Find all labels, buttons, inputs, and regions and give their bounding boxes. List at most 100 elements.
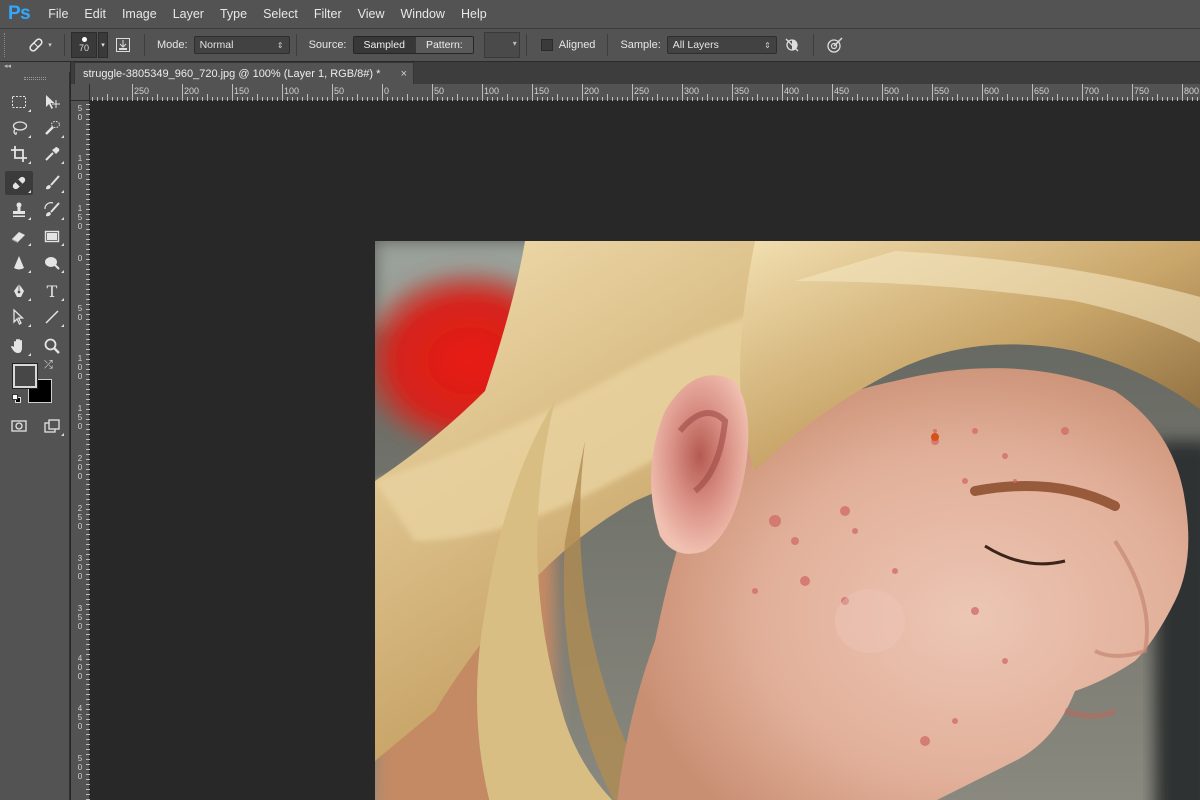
rectangular-marquee-tool[interactable]	[5, 90, 33, 114]
menu-filter[interactable]: Filter	[306, 0, 350, 28]
healing-brush-tool[interactable]	[5, 171, 33, 195]
zoom-tool[interactable]	[38, 334, 66, 358]
sample-select[interactable]: All Layers ⇕	[667, 36, 777, 54]
hand-tool[interactable]	[5, 334, 33, 358]
line-tool[interactable]	[38, 305, 66, 329]
hand-icon	[10, 337, 28, 355]
tool-flyout-indicator	[28, 243, 31, 246]
menu-view[interactable]: View	[350, 0, 393, 28]
crop-tool[interactable]	[5, 142, 33, 166]
ruler-tick-label: 350	[734, 86, 749, 96]
ignore-adjustment-layers-button[interactable]	[781, 34, 803, 56]
canvas-area[interactable]	[91, 101, 1200, 800]
menu-window[interactable]: Window	[393, 0, 453, 28]
blur-tool[interactable]	[5, 251, 33, 275]
ruler-tick-label: 0	[384, 86, 389, 96]
path-selection-tool[interactable]	[5, 305, 33, 329]
lasso-tool[interactable]	[5, 116, 33, 140]
clone-stamp-icon	[10, 201, 28, 219]
tool-flyout-indicator	[61, 298, 64, 301]
clone-stamp-tool[interactable]	[5, 198, 33, 222]
options-bar: ▾ 70 ▾ Mode: Normal ⇕ Source: Sampled Pa…	[0, 28, 1200, 62]
document-image[interactable]	[375, 241, 1200, 800]
ruler-tick-label: 150	[534, 86, 549, 96]
pressure-size-button[interactable]	[824, 34, 846, 56]
ruler-origin[interactable]	[71, 84, 90, 101]
mode-select[interactable]: Normal ⇕	[194, 36, 290, 54]
type-tool[interactable]: T	[38, 279, 66, 303]
history-brush-tool[interactable]	[38, 198, 66, 222]
pressure-icon	[826, 36, 844, 54]
ruler-tick-label: 300	[684, 86, 699, 96]
quick-selection-icon	[43, 119, 61, 137]
default-colors-icon[interactable]	[12, 394, 21, 403]
ruler-tick-label: 100	[284, 86, 299, 96]
foreground-color-swatch[interactable]	[13, 364, 37, 388]
source-sampled-option[interactable]: Sampled	[354, 37, 415, 53]
tool-flyout-indicator	[28, 353, 31, 356]
chevron-down-icon: ▾	[101, 41, 105, 49]
tools-panel-grip[interactable]	[24, 77, 46, 80]
ruler-tick-label: 3 0 0	[76, 554, 84, 581]
ruler-tick-label: 200	[184, 86, 199, 96]
menu-help[interactable]: Help	[453, 0, 495, 28]
ruler-tick-label: 1 0 0	[76, 354, 84, 381]
mode-select-value: Normal	[200, 39, 234, 51]
close-icon[interactable]: ×	[401, 68, 407, 80]
document-tab[interactable]: struggle-3805349_960_720.jpg @ 100% (Lay…	[74, 62, 414, 84]
ruler-tick-label: 5 0 0	[76, 754, 84, 781]
pattern-picker[interactable]	[484, 32, 520, 58]
quick-mask-tool[interactable]	[5, 414, 33, 438]
move-tool[interactable]	[38, 90, 66, 114]
aligned-checkbox[interactable]	[541, 39, 553, 51]
eraser-tool[interactable]	[5, 224, 33, 248]
brush-tool[interactable]	[38, 171, 66, 195]
brush-size-picker[interactable]: 70	[71, 32, 97, 58]
toolbar-collapse-button[interactable]: ◂◂	[0, 62, 70, 72]
ignore-adjustment-layers-icon	[784, 37, 800, 53]
screen-mode-icon	[43, 417, 61, 435]
tools-panel: T ⤮	[0, 72, 70, 800]
eyedropper-tool[interactable]	[38, 142, 66, 166]
source-pattern-option[interactable]: Pattern:	[415, 37, 473, 53]
divider	[144, 34, 145, 56]
menu-layer[interactable]: Layer	[165, 0, 212, 28]
move-icon	[43, 93, 61, 111]
menu-select[interactable]: Select	[255, 0, 306, 28]
eyedropper-icon	[43, 145, 61, 163]
menu-edit[interactable]: Edit	[76, 0, 114, 28]
tool-flyout-indicator	[28, 190, 31, 193]
tool-flyout-indicator	[61, 161, 64, 164]
vertical-ruler-ticks	[71, 84, 90, 800]
tool-preset-picker[interactable]: ▾	[20, 32, 58, 58]
lasso-icon	[10, 119, 28, 137]
divider	[813, 34, 814, 56]
tool-flyout-indicator	[28, 109, 31, 112]
ruler-tick-label: 400	[784, 86, 799, 96]
brush-picker-dropdown[interactable]: ▾	[98, 32, 108, 58]
ruler-tick-label: 1 5 0	[76, 204, 84, 231]
swap-colors-icon[interactable]: ⤮	[44, 359, 53, 372]
gradient-tool[interactable]	[38, 224, 66, 248]
quick-selection-tool[interactable]	[38, 116, 66, 140]
dodge-tool[interactable]	[38, 251, 66, 275]
mode-label: Mode:	[157, 39, 188, 51]
ruler-tick-label: 2 5 0	[76, 504, 84, 531]
toggle-clone-source-panel-button[interactable]	[112, 34, 134, 56]
ruler-tick-label: 750	[1134, 86, 1149, 96]
menu-image[interactable]: Image	[114, 0, 165, 28]
crop-icon	[10, 145, 28, 163]
screen-mode-tool[interactable]	[38, 414, 66, 438]
pen-tool[interactable]	[5, 279, 33, 303]
ruler-tick-label: 200	[584, 86, 599, 96]
ruler-tick-label: 600	[984, 86, 999, 96]
divider	[607, 34, 608, 56]
options-bar-grip[interactable]	[4, 33, 12, 57]
line-icon	[43, 308, 61, 326]
vertical-ruler[interactable]: 5 01 0 01 5 005 01 0 01 5 02 0 02 5 03 0…	[71, 84, 90, 800]
horizontal-ruler[interactable]: 2502001501005005010015020025030035040045…	[90, 84, 1200, 101]
ruler-tick-label: 3 5 0	[76, 604, 84, 631]
ruler-tick-label: 50	[334, 86, 344, 96]
menu-file[interactable]: File	[40, 0, 76, 28]
menu-type[interactable]: Type	[212, 0, 255, 28]
